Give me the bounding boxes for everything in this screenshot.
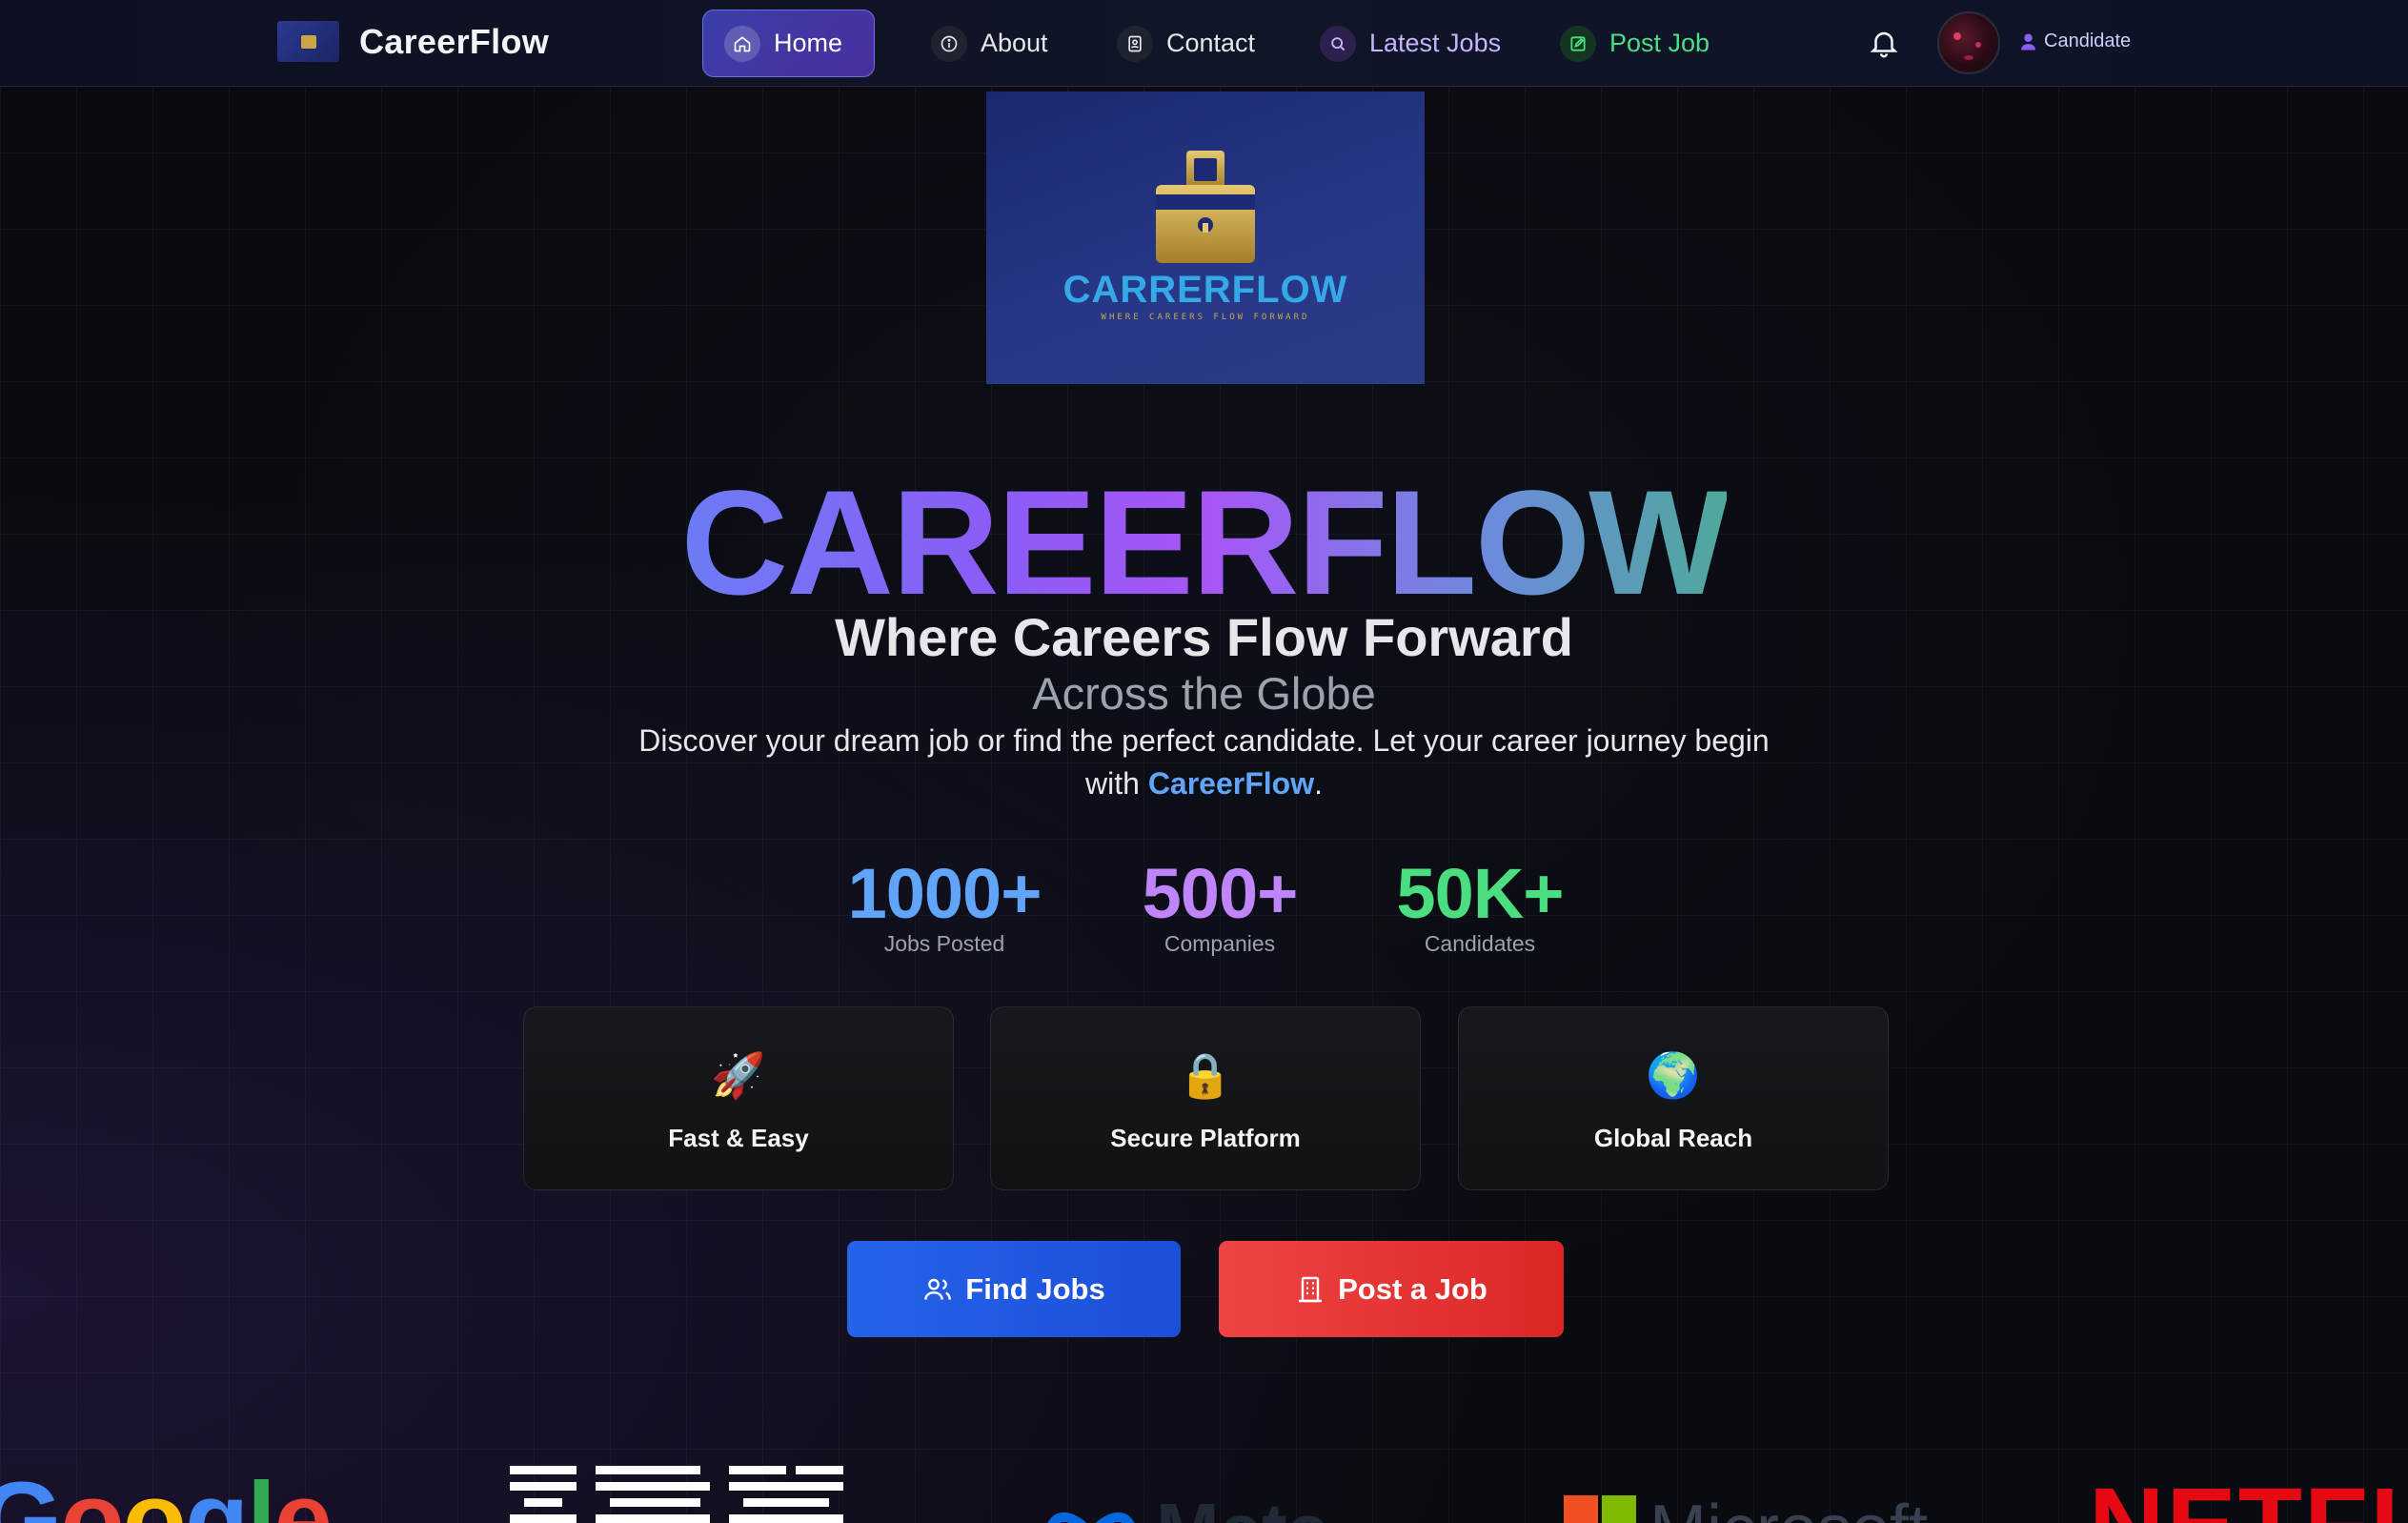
contact-card-icon [1117, 25, 1153, 62]
nav-contact[interactable]: Contact [1096, 10, 1279, 77]
google-logo: Google [0, 1461, 333, 1523]
briefcase-icon [1156, 151, 1255, 263]
hero-description: Discover your dream job or find the perf… [638, 723, 1770, 801]
brand-logo [277, 21, 339, 62]
feature-label: Global Reach [1593, 1124, 1753, 1152]
netflix-logo: NETFLIX [2089, 1473, 2408, 1523]
user-icon [2021, 33, 2035, 50]
company-logo-strip: Google Meta Microsoft NET [0, 1449, 2408, 1523]
stat-label: Jobs Posted [883, 931, 1005, 956]
brand[interactable]: CareerFlow [277, 21, 549, 62]
microsoft-logo: Microsoft [1564, 1495, 1928, 1523]
nav-post-job[interactable]: Post Job [1539, 10, 1733, 77]
post-job-label: Post a Job [1338, 1271, 1487, 1306]
globe-icon: 🌍 [1646, 1049, 1701, 1101]
find-jobs-button[interactable]: Find Jobs [847, 1241, 1181, 1337]
nav-home-label: Home [774, 29, 843, 57]
edit-icon [1560, 25, 1596, 62]
info-icon [931, 25, 967, 62]
user-role: Candidate [2020, 30, 2131, 52]
hero-subtitle: Where Careers Flow Forward [835, 607, 1573, 667]
nav-post-job-label: Post Job [1609, 29, 1710, 57]
avatar[interactable] [1937, 11, 2000, 74]
home-icon [724, 25, 760, 62]
user-role-label: Candidate [2044, 30, 2132, 51]
feature-label: Fast & Easy [668, 1124, 809, 1152]
nav-latest-jobs[interactable]: Latest Jobs [1299, 10, 1525, 77]
hero-title: CAREERFLOW [680, 460, 1730, 626]
feature-card-secure-platform: 🔒 Secure Platform [990, 1006, 1421, 1190]
feature-card-fast-easy: 🚀 Fast & Easy [523, 1006, 954, 1190]
stat-value: 1000+ [847, 854, 1042, 933]
bell-icon[interactable] [1868, 27, 1900, 59]
building-icon [1299, 1276, 1323, 1302]
stat-companies: 500+ Companies [1121, 853, 1319, 957]
find-jobs-label: Find Jobs [965, 1271, 1105, 1306]
meta-logo: Meta [1042, 1493, 1329, 1523]
stat-jobs-posted: 1000+ Jobs Posted [829, 853, 1060, 957]
stat-value: 500+ [1142, 854, 1299, 933]
hero-logo-name: CARRERFLOW [1062, 269, 1348, 311]
post-job-button[interactable]: Post a Job [1219, 1241, 1564, 1337]
stat-value: 50K+ [1396, 854, 1565, 933]
search-icon [1320, 25, 1356, 62]
hero-subtitle-secondary: Across the Globe [1032, 668, 1376, 719]
ibm-logo [510, 1466, 843, 1523]
nav-about-label: About [981, 29, 1048, 57]
stat-label: Candidates [1424, 931, 1536, 956]
rocket-icon: 🚀 [711, 1049, 766, 1101]
nav-about[interactable]: About [910, 10, 1072, 77]
stat-label: Companies [1164, 931, 1276, 956]
brand-name: CareerFlow [359, 21, 550, 61]
hero-logo-image: CARRERFLOW WHERE CAREERS FLOW FORWARD [986, 91, 1425, 384]
hero-logo-tagline: WHERE CAREERS FLOW FORWARD [1101, 313, 1310, 322]
feature-label: Secure Platform [1110, 1124, 1301, 1152]
nav-latest-jobs-label: Latest Jobs [1369, 29, 1502, 57]
top-navbar: CareerFlow Home About Contact Latest Job… [0, 0, 2408, 87]
feature-card-global-reach: 🌍 Global Reach [1458, 1006, 1889, 1190]
brand-highlight[interactable]: CareerFlow [1148, 766, 1314, 801]
lock-icon: 🔒 [1178, 1049, 1233, 1101]
stat-candidates: 50K+ Candidates [1380, 853, 1580, 957]
nav-home[interactable]: Home [702, 10, 875, 77]
nav-contact-label: Contact [1166, 29, 1256, 57]
users-icon [924, 1278, 952, 1300]
